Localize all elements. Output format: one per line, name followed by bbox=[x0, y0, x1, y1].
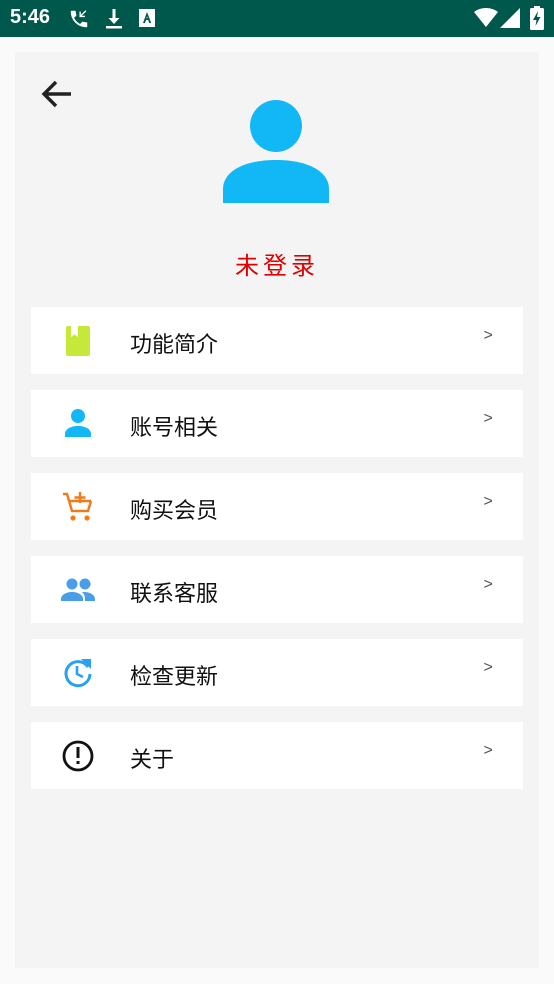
menu-item-check-update[interactable]: 检查更新 > bbox=[31, 639, 523, 706]
chevron-right-icon: > bbox=[483, 327, 493, 345]
menu-item-about[interactable]: 关于 > bbox=[31, 722, 523, 789]
chevron-right-icon: > bbox=[483, 659, 493, 677]
people-icon bbox=[61, 578, 95, 601]
cart-add-icon bbox=[63, 492, 93, 521]
person-icon bbox=[223, 100, 329, 203]
menu-item-features[interactable]: 功能简介 > bbox=[31, 307, 523, 374]
menu-item-label: 功能简介 bbox=[130, 333, 219, 358]
text-a-icon bbox=[139, 9, 155, 27]
menu-item-label: 关于 bbox=[130, 748, 175, 773]
wifi-icon bbox=[474, 8, 498, 27]
download-icon bbox=[106, 9, 122, 29]
menu-item-label: 购买会员 bbox=[130, 499, 219, 524]
status-bar: 5:46 bbox=[0, 0, 554, 37]
menu-item-label: 联系客服 bbox=[130, 582, 219, 607]
back-button[interactable] bbox=[37, 74, 77, 114]
chevron-right-icon: > bbox=[483, 493, 493, 511]
settings-menu: 功能简介 > 账号相关 > 购买会员 > 联系客服 > 检查更新 > 关于 > bbox=[31, 307, 523, 805]
info-circle-icon bbox=[62, 740, 94, 772]
avatar[interactable] bbox=[223, 100, 329, 206]
chevron-right-icon: > bbox=[483, 410, 493, 428]
chevron-right-icon: > bbox=[483, 576, 493, 594]
menu-item-label: 账号相关 bbox=[130, 416, 219, 441]
battery-charging-icon bbox=[530, 6, 544, 30]
status-time: 5:46 bbox=[10, 6, 51, 28]
menu-item-label: 检查更新 bbox=[130, 665, 219, 690]
menu-item-support[interactable]: 联系客服 > bbox=[31, 556, 523, 623]
login-status[interactable]: 未登录 bbox=[15, 246, 539, 281]
person-icon bbox=[65, 409, 91, 437]
chevron-right-icon: > bbox=[483, 742, 493, 760]
call-received-icon bbox=[70, 10, 88, 28]
arrow-left-icon bbox=[41, 80, 71, 108]
update-clock-icon bbox=[64, 659, 92, 688]
menu-item-membership[interactable]: 购买会员 > bbox=[31, 473, 523, 540]
book-icon bbox=[66, 326, 90, 356]
profile-panel: 未登录 功能简介 > 账号相关 > 购买会员 > 联系客服 > 检查更新 > 关… bbox=[15, 52, 539, 968]
signal-icon bbox=[500, 8, 520, 28]
menu-item-account[interactable]: 账号相关 > bbox=[31, 390, 523, 457]
